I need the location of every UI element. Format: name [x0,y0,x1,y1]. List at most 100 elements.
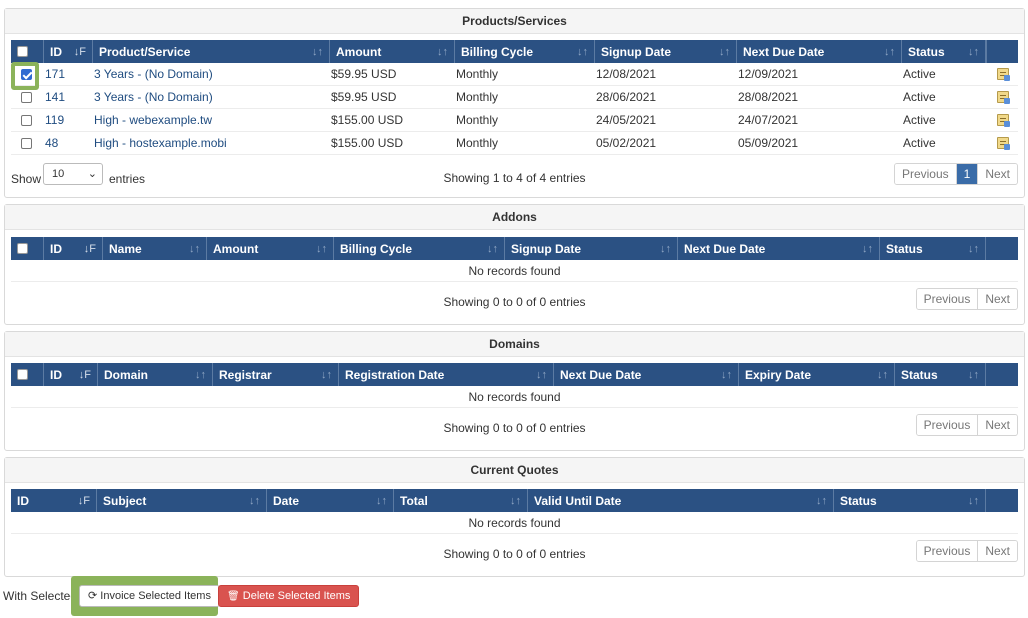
select-all-column [11,363,44,386]
table-row[interactable]: 48 High - hostexample.mobi $155.00 USD M… [11,132,1018,155]
domains-table-header: ID ↓F Domain ↓↑ Registrar ↓↑ Registratio… [11,363,1018,386]
sort-icon: ↓↑ [376,495,387,507]
quotes-footer: Showing 0 to 0 of 0 entries Previous Nex… [11,534,1018,575]
row-signup-date: 28/06/2021 [596,90,657,104]
quotes-table: ID ↓F Subject ↓↑ Date ↓↑ Total ↓↑ Valid … [11,489,1018,575]
invoice-selected-button[interactable]: ⟳ Invoice Selected Items [79,585,220,607]
next-button[interactable]: Next [978,289,1017,309]
select-all-column [11,40,44,63]
previous-button[interactable]: Previous [894,164,957,184]
col-registration-date[interactable]: Registration Date ↓↑ [339,363,554,386]
select-all-checkbox[interactable] [17,369,28,380]
row-amount: $59.95 USD [331,90,397,104]
sort-icon: ↓↑ [816,495,827,507]
row-checkbox[interactable] [21,92,32,103]
sort-icon: ↓F [83,243,96,255]
col-product[interactable]: Product/Service ↓↑ [93,40,330,63]
empty-message: No records found [11,260,1018,282]
col-id[interactable]: ID ↓F [44,363,98,386]
checkbox-highlight [11,62,39,90]
sort-icon: ↓↑ [884,46,895,58]
row-product[interactable]: High - hostexample.mobi [94,132,227,155]
empty-message: No records found [11,386,1018,408]
col-id[interactable]: ID ↓F [44,237,103,260]
sort-icon: ↓↑ [660,243,671,255]
row-next-due-date: 28/08/2021 [738,90,799,104]
table-info: Showing 0 to 0 of 0 entries [443,295,586,309]
col-amount[interactable]: Amount ↓↑ [330,40,455,63]
row-status: Active [903,113,936,127]
row-product[interactable]: High - webexample.tw [94,109,212,132]
row-id[interactable]: 171 [45,63,65,86]
col-amount[interactable]: Amount ↓↑ [207,237,334,260]
col-status[interactable]: Status ↓↑ [834,489,986,512]
sort-icon: ↓↑ [510,495,521,507]
pagination: Previous Next [915,288,1018,310]
row-status: Active [903,136,936,150]
col-registrar[interactable]: Registrar ↓↑ [213,363,339,386]
row-amount: $59.95 USD [331,67,397,81]
delete-selected-button[interactable]: 🗑 Delete Selected Items [218,585,360,607]
row-signup-date: 12/08/2021 [596,67,657,81]
col-billing-cycle[interactable]: Billing Cycle ↓↑ [334,237,505,260]
col-signup-date[interactable]: Signup Date ↓↑ [595,40,737,63]
row-product[interactable]: 3 Years - (No Domain) [94,86,213,109]
row-billing-cycle: Monthly [456,113,499,127]
notes-icon[interactable] [997,114,1010,127]
col-next-due-date[interactable]: Next Due Date ↓↑ [737,40,902,63]
row-status: Active [903,90,936,104]
products-table: ID ↓F Product/Service ↓↑ Amount ↓↑ Billi… [11,40,1018,195]
row-checkbox[interactable] [21,138,32,149]
col-id[interactable]: ID ↓F [11,489,97,512]
next-button[interactable]: Next [978,415,1017,435]
notes-icon[interactable] [997,68,1010,81]
row-id[interactable]: 119 [45,109,64,132]
col-id[interactable]: ID ↓F [44,40,93,63]
select-all-column [11,237,44,260]
col-domain[interactable]: Domain ↓↑ [98,363,213,386]
table-row[interactable]: 141 3 Years - (No Domain) $59.95 USD Mon… [11,86,1018,109]
col-date[interactable]: Date ↓↑ [267,489,394,512]
page-1-button[interactable]: 1 [956,164,979,184]
previous-button[interactable]: Previous [916,289,979,309]
sort-icon: ↓F [73,46,86,58]
sort-icon: ↓↑ [195,369,206,381]
previous-button[interactable]: Previous [916,541,979,561]
row-checkbox[interactable] [21,115,32,126]
col-next-due-date[interactable]: Next Due Date ↓↑ [554,363,739,386]
previous-button[interactable]: Previous [916,415,979,435]
col-name[interactable]: Name ↓↑ [103,237,207,260]
select-all-checkbox[interactable] [17,46,28,57]
col-signup-date[interactable]: Signup Date ↓↑ [505,237,678,260]
products-footer: Show 10 ⌄ entries Showing 1 to 4 of 4 en… [11,155,1018,195]
pagination: Previous 1 Next [893,163,1018,185]
sort-icon: ↓F [78,369,91,381]
bulk-actions: With Selected: ⟳ Invoice Selected Items … [0,576,1028,616]
sort-icon: ↓↑ [316,243,327,255]
row-product[interactable]: 3 Years - (No Domain) [94,63,213,86]
with-selected-label: With Selected: [3,589,81,603]
col-expiry-date[interactable]: Expiry Date ↓↑ [739,363,895,386]
table-row[interactable]: 171 3 Years - (No Domain) $59.95 USD Mon… [11,63,1018,86]
col-valid-until-date[interactable]: Valid Until Date ↓↑ [528,489,834,512]
notes-icon[interactable] [997,91,1010,104]
row-billing-cycle: Monthly [456,136,499,150]
row-id[interactable]: 48 [45,132,58,155]
col-status[interactable]: Status ↓↑ [902,40,986,63]
next-button[interactable]: Next [978,541,1017,561]
col-status[interactable]: Status ↓↑ [895,363,986,386]
col-billing-cycle[interactable]: Billing Cycle ↓↑ [455,40,595,63]
products-panel: Products/Services ID ↓F Product/Service … [4,8,1025,198]
col-subject[interactable]: Subject ↓↑ [97,489,267,512]
row-id[interactable]: 141 [45,86,65,109]
sort-icon: ↓↑ [968,243,979,255]
select-all-checkbox[interactable] [17,243,28,254]
sort-icon: ↓↑ [862,243,873,255]
col-total[interactable]: Total ↓↑ [394,489,528,512]
col-status[interactable]: Status ↓↑ [880,237,986,260]
col-next-due-date[interactable]: Next Due Date ↓↑ [678,237,880,260]
quotes-title: Current Quotes [5,458,1024,483]
notes-icon[interactable] [997,137,1010,150]
next-button[interactable]: Next [978,164,1017,184]
table-row[interactable]: 119 High - webexample.tw $155.00 USD Mon… [11,109,1018,132]
